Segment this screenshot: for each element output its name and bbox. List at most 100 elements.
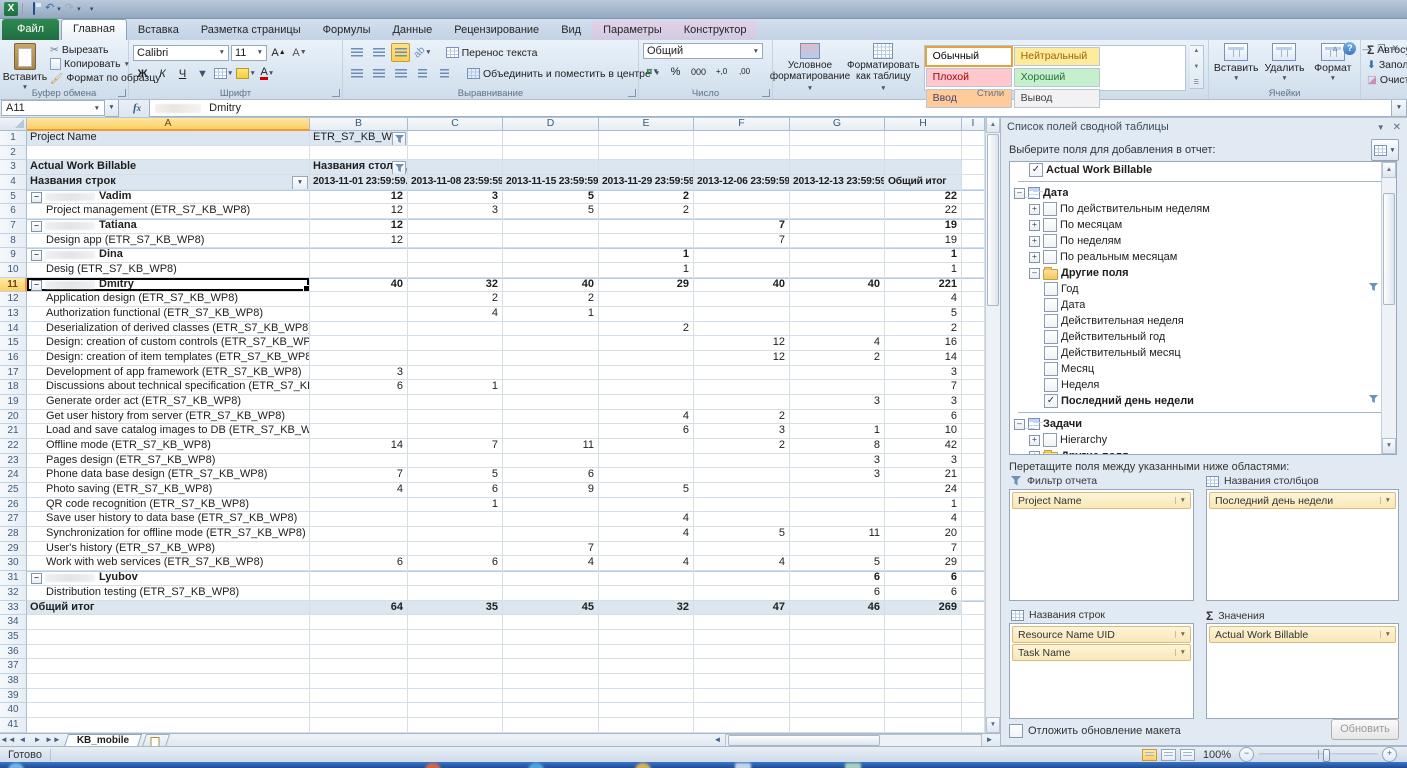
cell-C11[interactable]: 32 bbox=[408, 277, 503, 293]
collapse-icon[interactable]: – bbox=[31, 573, 42, 585]
cell-A3[interactable]: Actual Work Billable bbox=[27, 160, 310, 176]
cell-B27[interactable] bbox=[310, 512, 408, 528]
cell-I13[interactable] bbox=[962, 307, 985, 322]
cell-H22[interactable]: 42 bbox=[885, 439, 962, 454]
cell-C29[interactable] bbox=[408, 541, 503, 557]
field-list-item[interactable]: + По месяцам bbox=[1010, 217, 1396, 233]
field-scroll-down-icon[interactable]: ▼ bbox=[1382, 438, 1396, 454]
cell-D38[interactable] bbox=[503, 673, 599, 689]
field-checkbox[interactable] bbox=[1043, 250, 1057, 264]
cell-B3[interactable]: Названия столбцов bbox=[310, 160, 408, 176]
cell-F22[interactable]: 2 bbox=[694, 439, 790, 454]
currency-button[interactable]: ¤ ▼ bbox=[643, 62, 662, 81]
cell-G35[interactable] bbox=[790, 629, 885, 645]
cell-I19[interactable] bbox=[962, 395, 985, 410]
cell-G31[interactable]: 6 bbox=[790, 571, 885, 586]
next-sheet-icon[interactable]: ► bbox=[30, 734, 45, 746]
italic-button[interactable]: К bbox=[153, 64, 172, 83]
decrease-indent-icon[interactable] bbox=[413, 64, 432, 83]
cell-B21[interactable] bbox=[310, 424, 408, 440]
workbook-restore-icon[interactable]: ❐ bbox=[1377, 43, 1385, 54]
row-header-5[interactable]: 5 bbox=[0, 189, 27, 205]
cell-C37[interactable] bbox=[408, 659, 503, 674]
cell-E4[interactable]: 2013-11-29 23:59:59.0 bbox=[599, 175, 694, 190]
field-checkbox[interactable] bbox=[1044, 346, 1058, 360]
tab-Данные[interactable]: Данные bbox=[381, 21, 443, 40]
cell-F31[interactable] bbox=[694, 571, 790, 586]
row-header-23[interactable]: 23 bbox=[0, 453, 27, 469]
cell-D7[interactable] bbox=[503, 219, 599, 234]
cell-D32[interactable] bbox=[503, 585, 599, 601]
field-list-item[interactable]: + Hierarchy bbox=[1010, 432, 1396, 448]
cell-G38[interactable] bbox=[790, 673, 885, 689]
style-Вывод[interactable]: Вывод bbox=[1013, 89, 1100, 108]
cell-I33[interactable] bbox=[962, 600, 985, 616]
cell-H19[interactable]: 3 bbox=[885, 395, 962, 410]
cell-C3[interactable] bbox=[408, 160, 503, 176]
cell-G16[interactable]: 2 bbox=[790, 351, 885, 366]
field-list-item[interactable]: – Другие поля bbox=[1010, 265, 1396, 281]
cell-D19[interactable] bbox=[503, 395, 599, 410]
cell-D35[interactable] bbox=[503, 629, 599, 645]
cell-I27[interactable] bbox=[962, 512, 985, 528]
cell-F25[interactable] bbox=[694, 483, 790, 498]
tab-Конструктор[interactable]: Конструктор bbox=[672, 21, 758, 40]
tab-Вид[interactable]: Вид bbox=[550, 21, 592, 40]
cell-F17[interactable] bbox=[694, 365, 790, 381]
cell-B22[interactable]: 14 bbox=[310, 439, 408, 454]
cell-B15[interactable] bbox=[310, 336, 408, 352]
cell-G22[interactable]: 8 bbox=[790, 439, 885, 454]
cell-D18[interactable] bbox=[503, 380, 599, 396]
cell-F10[interactable] bbox=[694, 263, 790, 278]
cell-C35[interactable] bbox=[408, 629, 503, 645]
cell-D11[interactable]: 40 bbox=[503, 277, 599, 293]
cell-H4[interactable]: Общий итог bbox=[885, 175, 962, 190]
page-layout-view-icon[interactable] bbox=[1160, 748, 1176, 761]
styles-gallery-scroll[interactable]: ▲ ▼ ☰ bbox=[1189, 45, 1204, 89]
cell-B7[interactable]: 12 bbox=[310, 219, 408, 234]
cell-B30[interactable]: 6 bbox=[310, 556, 408, 572]
cell-F9[interactable] bbox=[694, 248, 790, 264]
cell-I10[interactable] bbox=[962, 263, 985, 278]
cell-I37[interactable] bbox=[962, 659, 985, 674]
last-sheet-icon[interactable]: ►► bbox=[45, 734, 61, 746]
cell-E8[interactable] bbox=[599, 233, 694, 249]
cell-D20[interactable] bbox=[503, 409, 599, 425]
scroll-down-icon[interactable]: ▼ bbox=[986, 717, 1000, 733]
cell-F16[interactable]: 12 bbox=[694, 351, 790, 366]
pane-close-icon[interactable]: ✕ bbox=[1393, 122, 1401, 133]
cell-I26[interactable] bbox=[962, 497, 985, 513]
cell-H10[interactable]: 1 bbox=[885, 263, 962, 278]
cell-I12[interactable] bbox=[962, 292, 985, 308]
cell-F1[interactable] bbox=[694, 131, 790, 146]
cell-B16[interactable] bbox=[310, 351, 408, 366]
filter-icon[interactable] bbox=[392, 161, 406, 175]
row-header-29[interactable]: 29 bbox=[0, 541, 27, 557]
cell-A10[interactable]: Desig (ETR_S7_KB_WP8) bbox=[27, 263, 310, 278]
field-list-item[interactable]: Дата bbox=[1010, 297, 1396, 313]
cell-E40[interactable] bbox=[599, 703, 694, 718]
cell-B23[interactable] bbox=[310, 453, 408, 469]
cell-G18[interactable] bbox=[790, 380, 885, 396]
columns-area-box[interactable]: Последний день недели ▼ bbox=[1206, 489, 1399, 601]
cell-I28[interactable] bbox=[962, 527, 985, 542]
cell-D2[interactable] bbox=[503, 145, 599, 161]
collapse-icon[interactable]: – bbox=[1014, 418, 1025, 430]
cell-F14[interactable] bbox=[694, 321, 790, 337]
field-list-item[interactable]: + По неделям bbox=[1010, 233, 1396, 249]
cell-C23[interactable] bbox=[408, 453, 503, 469]
cell-D8[interactable] bbox=[503, 233, 599, 249]
align-top-icon[interactable] bbox=[347, 43, 366, 62]
column-header-D[interactable]: D bbox=[503, 117, 599, 131]
insert-cells-button[interactable]: Вставить ▼ bbox=[1213, 43, 1259, 82]
cell-D31[interactable] bbox=[503, 571, 599, 586]
cell-F3[interactable] bbox=[694, 160, 790, 176]
style-Обычный[interactable]: Обычный bbox=[924, 46, 1013, 67]
row-header-8[interactable]: 8 bbox=[0, 233, 27, 249]
collapse-icon[interactable]: – bbox=[31, 221, 42, 233]
cell-B29[interactable] bbox=[310, 541, 408, 557]
cell-E27[interactable]: 4 bbox=[599, 512, 694, 528]
cell-D1[interactable] bbox=[503, 131, 599, 146]
cell-I32[interactable] bbox=[962, 585, 985, 601]
cell-E30[interactable]: 4 bbox=[599, 556, 694, 572]
